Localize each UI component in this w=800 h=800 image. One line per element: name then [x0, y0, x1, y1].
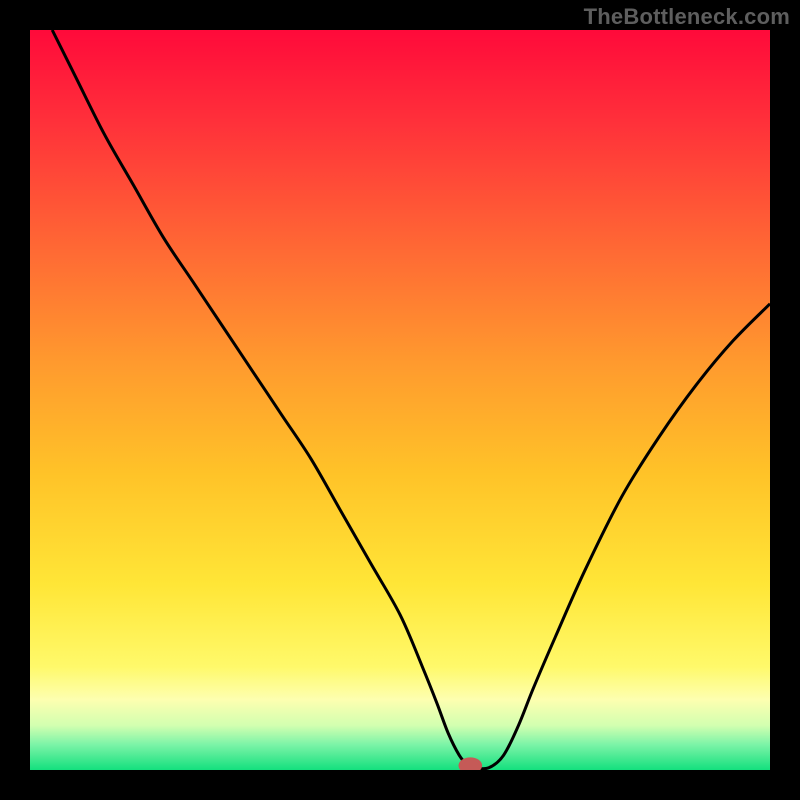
plot-background	[30, 30, 770, 770]
watermark-text: TheBottleneck.com	[584, 4, 790, 30]
plot-area	[30, 30, 770, 770]
chart-container: TheBottleneck.com	[0, 0, 800, 800]
plot-svg	[30, 30, 770, 770]
